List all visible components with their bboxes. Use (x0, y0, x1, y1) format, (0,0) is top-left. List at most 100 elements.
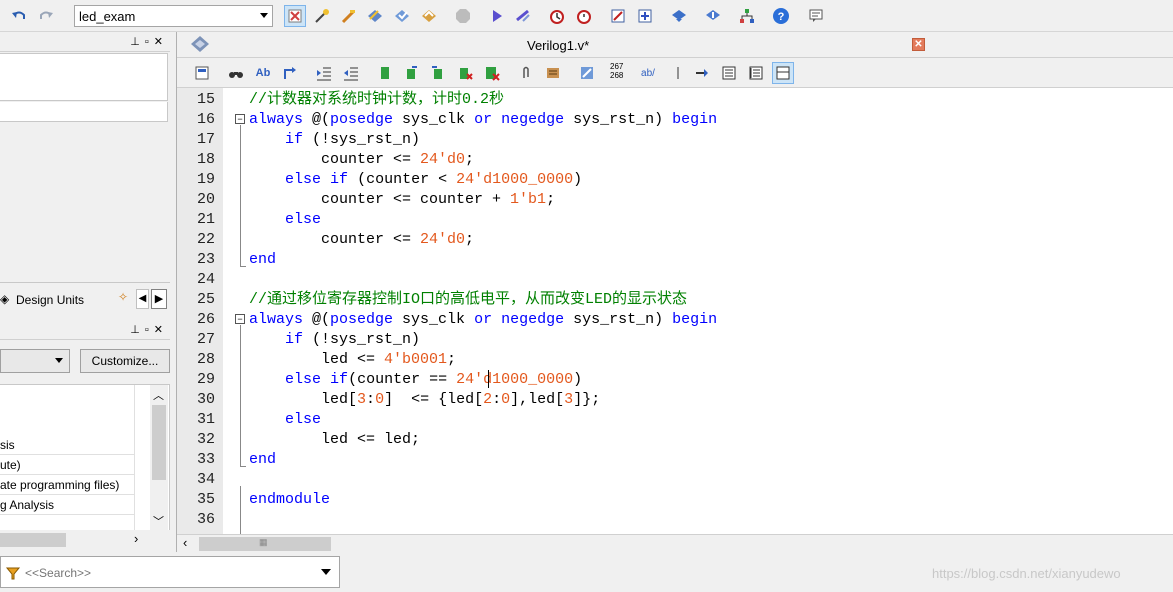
tasks-vertical-scrollbar[interactable]: ︿ ﹀ (150, 385, 168, 533)
search-box[interactable] (0, 556, 340, 588)
code-line[interactable]: else if (counter < 24'd1000_0000) (249, 170, 582, 190)
code-line[interactable]: always @(posedge sys_clk or negedge sys_… (249, 310, 717, 330)
code-line[interactable]: led[3:0] <= {led[2:0],led[3]}; (249, 390, 600, 410)
code-token: @( (303, 111, 331, 128)
indent-icon[interactable] (313, 62, 335, 84)
code-line[interactable]: if (!sys_rst_n) (249, 130, 420, 150)
code-line[interactable]: end (249, 450, 276, 470)
code-area[interactable]: 15 16 17 18 19 20 21 22 23 24 25 26 27 28 29 30 31 32 33 34… (177, 88, 1173, 534)
task-item[interactable]: ate programming files) (0, 475, 134, 495)
netlist-viewer-icon[interactable] (736, 5, 758, 27)
code-line[interactable]: end (249, 250, 276, 270)
assignment-editor-icon[interactable] (338, 5, 360, 27)
tab-scroll-left-icon[interactable]: ◀ (136, 289, 149, 309)
pin-planner-icon[interactable] (311, 5, 333, 27)
feedback-icon[interactable] (805, 5, 827, 27)
insert-template-icon[interactable] (542, 62, 564, 84)
editor-horizontal-scrollbar[interactable]: ‹ ▦ (177, 534, 1173, 552)
create-symbol-icon[interactable] (576, 62, 598, 84)
search-input[interactable] (25, 563, 315, 583)
task-item[interactable]: g Analysis (0, 495, 134, 515)
uncomment-icon[interactable] (745, 62, 767, 84)
line-number: 33 (196, 451, 215, 468)
insert-tab-icon[interactable] (691, 62, 713, 84)
hierarchy-row[interactable] (0, 102, 168, 122)
ip-components-icon[interactable]: ✧ (118, 290, 128, 304)
timing-analysis-icon[interactable] (512, 5, 534, 27)
redo-icon[interactable] (35, 5, 57, 27)
undo-icon[interactable] (8, 5, 30, 27)
block-comment-icon[interactable] (718, 62, 740, 84)
signaltap-icon[interactable] (702, 5, 724, 27)
tasks-list[interactable]: sis ute) ate programming files) g Analys… (0, 384, 170, 535)
task-item[interactable]: ute) (0, 455, 134, 475)
unindent-icon[interactable] (340, 62, 362, 84)
scroll-thumb[interactable] (0, 533, 66, 547)
code-line[interactable]: endmodule (249, 490, 330, 510)
code-line[interactable]: always @(posedge sys_clk or negedge sys_… (249, 110, 717, 130)
tab-scroll-right-icon[interactable]: ▶ (151, 289, 167, 309)
find-replace-icon[interactable]: Ab (252, 62, 274, 84)
code-line[interactable]: else (249, 210, 321, 230)
compile-design-icon[interactable] (364, 5, 386, 27)
code-line[interactable]: //计数器对系统时钟计数，计时0.2秒 (249, 90, 504, 110)
timequest-icon[interactable] (546, 5, 568, 27)
project-select[interactable]: led_exam (74, 5, 273, 27)
programmer-icon[interactable] (668, 5, 690, 27)
customize-button[interactable]: Customize... (80, 349, 170, 373)
code-line[interactable]: counter <= counter + 1'b1; (249, 190, 555, 210)
scroll-down-icon[interactable]: ﹀ (153, 513, 164, 529)
remove-bookmark-icon[interactable] (454, 62, 476, 84)
attachment-icon[interactable] (515, 62, 537, 84)
project-hierarchy-tree[interactable] (0, 53, 168, 101)
keyword-token: if (285, 331, 304, 348)
editor-tab-title[interactable]: Verilog1.v* (527, 38, 589, 53)
word-wrap-icon[interactable]: ab/ (637, 62, 659, 84)
tasks-horizontal-scrollbar[interactable]: › (0, 530, 170, 550)
previous-bookmark-icon[interactable] (427, 62, 449, 84)
scroll-right-icon[interactable]: › (134, 531, 138, 546)
scroll-left-icon[interactable]: ‹ (183, 535, 187, 550)
panel-window-buttons[interactable]: ⊥ ▫ ✕ (130, 35, 164, 48)
code-line[interactable]: counter <= 24'd0; (249, 230, 474, 250)
code-line[interactable]: if (!sys_rst_n) (249, 330, 420, 350)
help-icon[interactable]: ? (770, 5, 792, 27)
flow-select[interactable] (0, 349, 70, 373)
bookmark-icon[interactable] (374, 62, 396, 84)
stop-icon[interactable] (452, 5, 474, 27)
chip-planner-icon[interactable] (607, 5, 629, 27)
code-token: sys_clk (393, 111, 475, 128)
tab-design-units[interactable]: Design Units (16, 293, 84, 307)
panel-window-buttons[interactable]: ⊥ ▫ ✕ (130, 323, 164, 336)
goto-line-icon[interactable] (279, 62, 301, 84)
code-line[interactable]: //通过移位寄存器控制IO口的高低电平，从而改变LED的显示状态 (249, 290, 687, 310)
design-partition-icon[interactable] (634, 5, 656, 27)
code-line[interactable]: else if(counter == 24'd1000_0000) (249, 370, 582, 390)
code-line[interactable]: else (249, 410, 321, 430)
task-item[interactable]: sis (0, 435, 134, 455)
close-icon[interactable]: ✕ (912, 38, 925, 51)
number-token: 24'd0 (420, 231, 466, 248)
code-line[interactable]: led <= led; (249, 430, 420, 450)
chevron-down-icon[interactable] (321, 569, 331, 575)
split-view-icon[interactable] (772, 62, 794, 84)
scroll-up-icon[interactable]: ︿ (153, 387, 164, 403)
number-token: 0 (501, 391, 511, 408)
clear-bookmarks-icon[interactable] (481, 62, 503, 84)
find-icon[interactable] (225, 62, 247, 84)
analysis-synthesis-icon[interactable] (391, 5, 413, 27)
rtl-viewer-icon[interactable] (284, 5, 306, 27)
project-select-value: led_exam (79, 8, 136, 24)
scroll-thumb[interactable] (152, 405, 166, 480)
fold-toggle-icon[interactable]: − (235, 314, 245, 324)
new-file-icon[interactable] (191, 62, 213, 84)
fold-toggle-icon[interactable]: − (235, 114, 245, 124)
code-line[interactable]: led <= 4'b0001; (249, 350, 456, 370)
line-numbers-icon[interactable]: 267 268 (610, 60, 632, 82)
code-line[interactable]: counter <= 24'd0; (249, 150, 474, 170)
next-bookmark-icon[interactable] (400, 62, 422, 84)
scroll-thumb[interactable]: ▦ (199, 537, 331, 551)
timer-icon[interactable] (573, 5, 595, 27)
fitter-icon[interactable] (418, 5, 440, 27)
start-compilation-icon[interactable] (486, 5, 508, 27)
